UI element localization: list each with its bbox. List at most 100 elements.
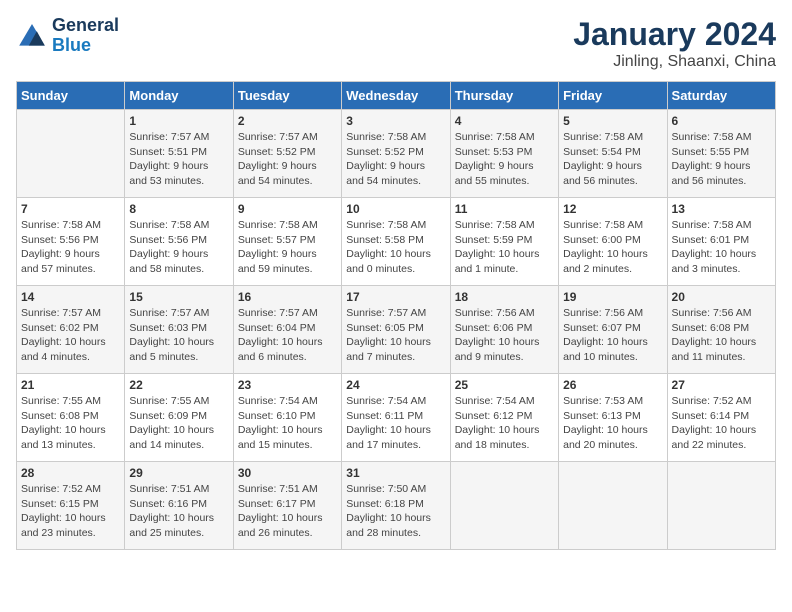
day-number: 12 [563,202,662,216]
day-info: Sunrise: 7:57 AMSunset: 5:52 PMDaylight:… [238,130,337,189]
calendar-cell [17,110,125,198]
day-info: Sunrise: 7:52 AMSunset: 6:15 PMDaylight:… [21,482,120,541]
calendar-cell: 29 Sunrise: 7:51 AMSunset: 6:16 PMDayligh… [125,462,233,550]
calendar-cell: 4 Sunrise: 7:58 AMSunset: 5:53 PMDaylight… [450,110,558,198]
calendar-cell: 20Sunrise: 7:56 AMSunset: 6:08 PMDayligh… [667,286,775,374]
calendar-cell: 5 Sunrise: 7:58 AMSunset: 5:54 PMDaylight… [559,110,667,198]
calendar-cell: 28 Sunrise: 7:52 AMSunset: 6:15 PMDayligh… [17,462,125,550]
day-number: 17 [346,290,445,304]
calendar-cell: 24 Sunrise: 7:54 AMSunset: 6:11 PMDayligh… [342,374,450,462]
day-number: 7 [21,202,120,216]
column-header-wednesday: Wednesday [342,82,450,110]
day-number: 8 [129,202,228,216]
day-info: Sunrise: 7:50 AMSunset: 6:18 PMDaylight:… [346,482,445,541]
day-info: Sunrise: 7:57 AMSunset: 6:02 PMDaylight:… [21,306,120,365]
day-number: 1 [129,114,228,128]
day-number: 23 [238,378,337,392]
calendar-cell: 21Sunrise: 7:55 AMSunset: 6:08 PMDayligh… [17,374,125,462]
day-number: 28 [21,466,120,480]
calendar-cell [667,462,775,550]
title-block: January 2024 Jinling, Shaanxi, China [573,16,776,71]
day-info: Sunrise: 7:55 AMSunset: 6:09 PMDaylight:… [129,394,228,453]
day-number: 3 [346,114,445,128]
calendar-cell: 12 Sunrise: 7:58 AMSunset: 6:00 PMDayligh… [559,198,667,286]
day-number: 26 [563,378,662,392]
calendar-cell [559,462,667,550]
day-number: 14 [21,290,120,304]
day-info: Sunrise: 7:56 AMSunset: 6:06 PMDaylight:… [455,306,554,365]
calendar-cell: 31Sunrise: 7:50 AMSunset: 6:18 PMDayligh… [342,462,450,550]
location: Jinling, Shaanxi, China [573,53,776,71]
day-info: Sunrise: 7:58 AMSunset: 5:59 PMDaylight:… [455,218,554,277]
logo: General Blue [16,16,119,56]
day-info: Sunrise: 7:58 AMSunset: 5:54 PMDaylight:… [563,130,662,189]
day-number: 24 [346,378,445,392]
calendar-cell: 15 Sunrise: 7:57 AMSunset: 6:03 PMDayligh… [125,286,233,374]
calendar-cell: 9 Sunrise: 7:58 AMSunset: 5:57 PMDaylight… [233,198,341,286]
day-info: Sunrise: 7:56 AMSunset: 6:07 PMDaylight:… [563,306,662,365]
calendar-cell: 10 Sunrise: 7:58 AMSunset: 5:58 PMDayligh… [342,198,450,286]
calendar-cell: 13 Sunrise: 7:58 AMSunset: 6:01 PMDayligh… [667,198,775,286]
day-number: 9 [238,202,337,216]
week-row-5: 28 Sunrise: 7:52 AMSunset: 6:15 PMDayligh… [17,462,776,550]
day-info: Sunrise: 7:58 AMSunset: 5:56 PMDaylight:… [21,218,120,277]
day-number: 15 [129,290,228,304]
day-info: Sunrise: 7:58 AMSunset: 5:52 PMDaylight:… [346,130,445,189]
day-info: Sunrise: 7:52 AMSunset: 6:14 PMDaylight:… [672,394,771,453]
day-info: Sunrise: 7:58 AMSunset: 5:55 PMDaylight:… [672,130,771,189]
week-row-1: 1Sunrise: 7:57 AMSunset: 5:51 PMDaylight… [17,110,776,198]
day-info: Sunrise: 7:58 AMSunset: 6:00 PMDaylight:… [563,218,662,277]
day-info: Sunrise: 7:54 AMSunset: 6:11 PMDaylight:… [346,394,445,453]
calendar-cell: 30 Sunrise: 7:51 AMSunset: 6:17 PMDayligh… [233,462,341,550]
calendar-cell: 2Sunrise: 7:57 AMSunset: 5:52 PMDaylight… [233,110,341,198]
day-info: Sunrise: 7:58 AMSunset: 6:01 PMDaylight:… [672,218,771,277]
day-number: 4 [455,114,554,128]
calendar-cell: 16Sunrise: 7:57 AMSunset: 6:04 PMDayligh… [233,286,341,374]
logo-general: General [52,15,119,35]
calendar-cell: 19Sunrise: 7:56 AMSunset: 6:07 PMDayligh… [559,286,667,374]
day-info: Sunrise: 7:55 AMSunset: 6:08 PMDaylight:… [21,394,120,453]
calendar-cell: 18Sunrise: 7:56 AMSunset: 6:06 PMDayligh… [450,286,558,374]
day-number: 10 [346,202,445,216]
week-row-4: 21Sunrise: 7:55 AMSunset: 6:08 PMDayligh… [17,374,776,462]
page-header: General Blue January 2024 Jinling, Shaan… [16,16,776,71]
calendar-cell: 1Sunrise: 7:57 AMSunset: 5:51 PMDaylight… [125,110,233,198]
day-number: 5 [563,114,662,128]
calendar-table: SundayMondayTuesdayWednesdayThursdayFrid… [16,81,776,550]
calendar-cell: 22Sunrise: 7:55 AMSunset: 6:09 PMDayligh… [125,374,233,462]
calendar-cell: 26 Sunrise: 7:53 AMSunset: 6:13 PMDayligh… [559,374,667,462]
logo-icon [16,20,48,52]
calendar-cell [450,462,558,550]
day-info: Sunrise: 7:56 AMSunset: 6:08 PMDaylight:… [672,306,771,365]
calendar-cell: 11Sunrise: 7:58 AMSunset: 5:59 PMDayligh… [450,198,558,286]
calendar-cell: 7 Sunrise: 7:58 AMSunset: 5:56 PMDaylight… [17,198,125,286]
column-header-monday: Monday [125,82,233,110]
calendar-cell: 25 Sunrise: 7:54 AMSunset: 6:12 PMDayligh… [450,374,558,462]
day-info: Sunrise: 7:54 AMSunset: 6:12 PMDaylight:… [455,394,554,453]
day-info: Sunrise: 7:58 AMSunset: 5:57 PMDaylight:… [238,218,337,277]
day-number: 25 [455,378,554,392]
day-info: Sunrise: 7:53 AMSunset: 6:13 PMDaylight:… [563,394,662,453]
day-number: 13 [672,202,771,216]
day-info: Sunrise: 7:58 AMSunset: 5:58 PMDaylight:… [346,218,445,277]
calendar-cell: 23 Sunrise: 7:54 AMSunset: 6:10 PMDayligh… [233,374,341,462]
column-header-thursday: Thursday [450,82,558,110]
day-info: Sunrise: 7:54 AMSunset: 6:10 PMDaylight:… [238,394,337,453]
calendar-cell: 8 Sunrise: 7:58 AMSunset: 5:56 PMDaylight… [125,198,233,286]
day-info: Sunrise: 7:58 AMSunset: 5:56 PMDaylight:… [129,218,228,277]
header-row: SundayMondayTuesdayWednesdayThursdayFrid… [17,82,776,110]
day-number: 30 [238,466,337,480]
day-info: Sunrise: 7:51 AMSunset: 6:16 PMDaylight:… [129,482,228,541]
day-info: Sunrise: 7:57 AMSunset: 6:03 PMDaylight:… [129,306,228,365]
column-header-saturday: Saturday [667,82,775,110]
week-row-2: 7 Sunrise: 7:58 AMSunset: 5:56 PMDaylight… [17,198,776,286]
day-number: 6 [672,114,771,128]
day-info: Sunrise: 7:51 AMSunset: 6:17 PMDaylight:… [238,482,337,541]
column-header-tuesday: Tuesday [233,82,341,110]
day-number: 29 [129,466,228,480]
column-header-sunday: Sunday [17,82,125,110]
month-title: January 2024 [573,16,776,53]
day-info: Sunrise: 7:58 AMSunset: 5:53 PMDaylight:… [455,130,554,189]
day-info: Sunrise: 7:57 AMSunset: 6:05 PMDaylight:… [346,306,445,365]
logo-text: General Blue [52,16,119,56]
